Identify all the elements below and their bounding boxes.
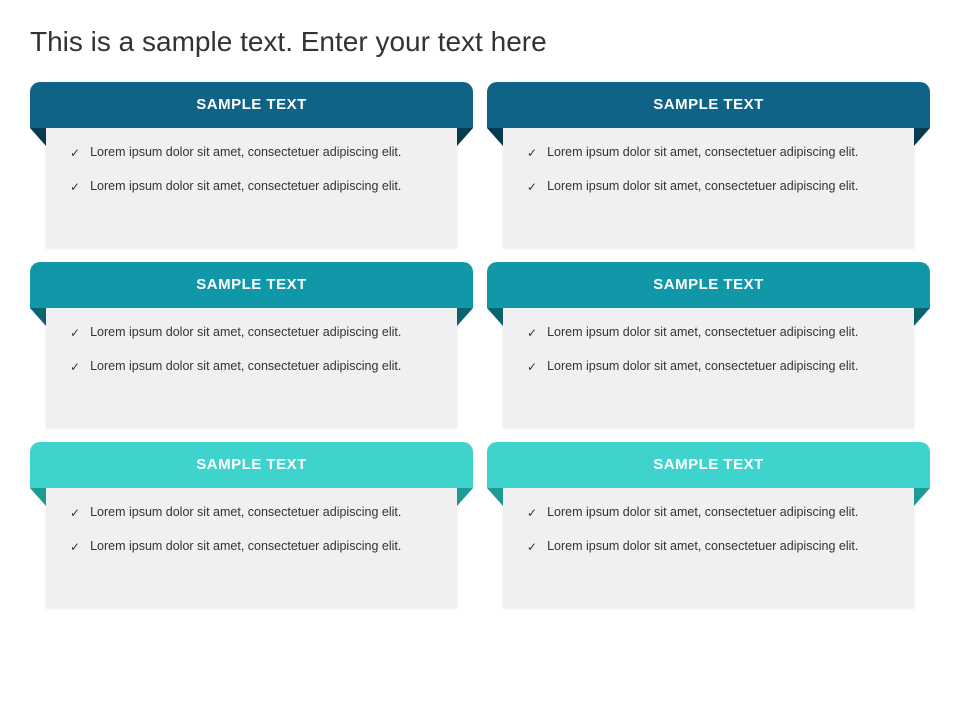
check-icon: ✓	[70, 359, 80, 376]
bullet-text: Lorem ipsum dolor sit amet, consectetuer…	[547, 178, 858, 196]
bullet-item: ✓ Lorem ipsum dolor sit amet, consectetu…	[527, 144, 890, 162]
card-body: ✓ Lorem ipsum dolor sit amet, consectetu…	[46, 488, 457, 608]
ribbon-fold-right	[914, 308, 930, 326]
ribbon-fold-left	[487, 308, 503, 326]
card-header: SAMPLE TEXT	[30, 262, 473, 308]
bullet-text: Lorem ipsum dolor sit amet, consectetuer…	[90, 504, 401, 522]
card-grid: SAMPLE TEXT ✓ Lorem ipsum dolor sit amet…	[30, 82, 930, 608]
bullet-item: ✓ Lorem ipsum dolor sit amet, consectetu…	[70, 178, 433, 196]
card-header: SAMPLE TEXT	[30, 82, 473, 128]
ribbon-fold-left	[487, 488, 503, 506]
info-card: SAMPLE TEXT ✓ Lorem ipsum dolor sit amet…	[487, 82, 930, 248]
ribbon-fold-left	[30, 488, 46, 506]
bullet-text: Lorem ipsum dolor sit amet, consectetuer…	[547, 358, 858, 376]
bullet-item: ✓ Lorem ipsum dolor sit amet, consectetu…	[70, 144, 433, 162]
bullet-text: Lorem ipsum dolor sit amet, consectetuer…	[547, 538, 858, 556]
check-icon: ✓	[70, 145, 80, 162]
card-header: SAMPLE TEXT	[30, 442, 473, 488]
bullet-text: Lorem ipsum dolor sit amet, consectetuer…	[90, 178, 401, 196]
bullet-item: ✓ Lorem ipsum dolor sit amet, consectetu…	[70, 538, 433, 556]
check-icon: ✓	[70, 539, 80, 556]
check-icon: ✓	[527, 179, 537, 196]
ribbon-fold-left	[487, 128, 503, 146]
page-title: This is a sample text. Enter your text h…	[30, 26, 930, 58]
ribbon-fold-right	[914, 128, 930, 146]
bullet-text: Lorem ipsum dolor sit amet, consectetuer…	[90, 144, 401, 162]
check-icon: ✓	[70, 179, 80, 196]
info-card: SAMPLE TEXT ✓ Lorem ipsum dolor sit amet…	[487, 262, 930, 428]
bullet-item: ✓ Lorem ipsum dolor sit amet, consectetu…	[70, 324, 433, 342]
check-icon: ✓	[527, 359, 537, 376]
ribbon-fold-right	[457, 488, 473, 506]
card-body: ✓ Lorem ipsum dolor sit amet, consectetu…	[503, 128, 914, 248]
ribbon-fold-left	[30, 308, 46, 326]
bullet-text: Lorem ipsum dolor sit amet, consectetuer…	[547, 144, 858, 162]
check-icon: ✓	[527, 539, 537, 556]
bullet-item: ✓ Lorem ipsum dolor sit amet, consectetu…	[70, 358, 433, 376]
info-card: SAMPLE TEXT ✓ Lorem ipsum dolor sit amet…	[30, 82, 473, 248]
check-icon: ✓	[70, 325, 80, 342]
bullet-item: ✓ Lorem ipsum dolor sit amet, consectetu…	[70, 504, 433, 522]
check-icon: ✓	[527, 325, 537, 342]
card-header: SAMPLE TEXT	[487, 82, 930, 128]
card-header: SAMPLE TEXT	[487, 442, 930, 488]
check-icon: ✓	[527, 505, 537, 522]
ribbon-fold-right	[457, 128, 473, 146]
bullet-text: Lorem ipsum dolor sit amet, consectetuer…	[547, 504, 858, 522]
bullet-item: ✓ Lorem ipsum dolor sit amet, consectetu…	[527, 358, 890, 376]
check-icon: ✓	[527, 145, 537, 162]
info-card: SAMPLE TEXT ✓ Lorem ipsum dolor sit amet…	[30, 262, 473, 428]
card-body: ✓ Lorem ipsum dolor sit amet, consectetu…	[503, 488, 914, 608]
bullet-text: Lorem ipsum dolor sit amet, consectetuer…	[547, 324, 858, 342]
bullet-item: ✓ Lorem ipsum dolor sit amet, consectetu…	[527, 324, 890, 342]
bullet-text: Lorem ipsum dolor sit amet, consectetuer…	[90, 538, 401, 556]
slide-page: This is a sample text. Enter your text h…	[0, 0, 960, 628]
bullet-text: Lorem ipsum dolor sit amet, consectetuer…	[90, 358, 401, 376]
ribbon-fold-left	[30, 128, 46, 146]
bullet-item: ✓ Lorem ipsum dolor sit amet, consectetu…	[527, 504, 890, 522]
bullet-item: ✓ Lorem ipsum dolor sit amet, consectetu…	[527, 178, 890, 196]
bullet-text: Lorem ipsum dolor sit amet, consectetuer…	[90, 324, 401, 342]
info-card: SAMPLE TEXT ✓ Lorem ipsum dolor sit amet…	[30, 442, 473, 608]
bullet-item: ✓ Lorem ipsum dolor sit amet, consectetu…	[527, 538, 890, 556]
card-body: ✓ Lorem ipsum dolor sit amet, consectetu…	[46, 308, 457, 428]
ribbon-fold-right	[914, 488, 930, 506]
check-icon: ✓	[70, 505, 80, 522]
card-header: SAMPLE TEXT	[487, 262, 930, 308]
ribbon-fold-right	[457, 308, 473, 326]
card-body: ✓ Lorem ipsum dolor sit amet, consectetu…	[46, 128, 457, 248]
card-body: ✓ Lorem ipsum dolor sit amet, consectetu…	[503, 308, 914, 428]
info-card: SAMPLE TEXT ✓ Lorem ipsum dolor sit amet…	[487, 442, 930, 608]
